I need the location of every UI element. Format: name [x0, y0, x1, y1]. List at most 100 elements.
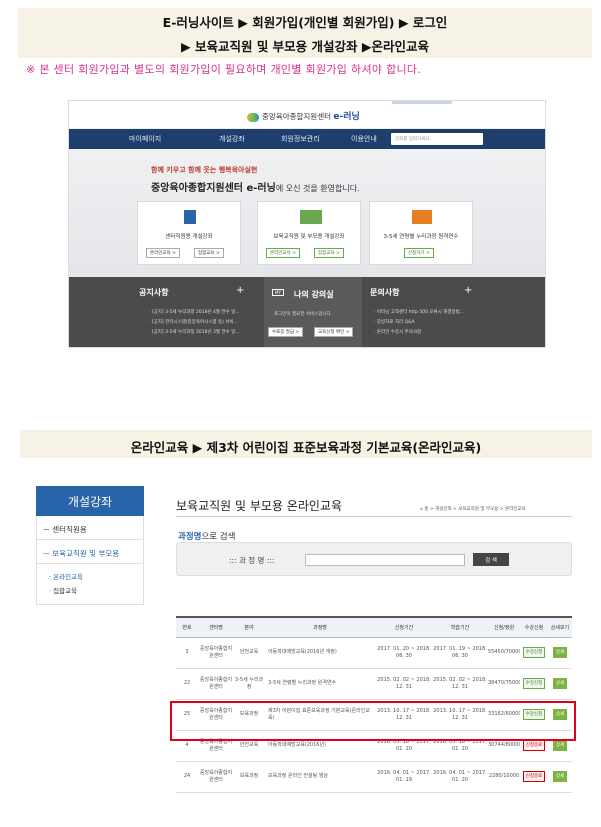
card-nuri-course[interactable]: 3-5세 연령별 누리과정 원격연수 신청하기 >: [369, 201, 473, 265]
bottom-panels: 공지사항 + · [공지] 3-5세 누리과정 2018년 4월 연수 일...…: [69, 277, 545, 347]
detail-button[interactable]: 상세: [552, 771, 568, 782]
group-education-button[interactable]: 집합교육 >: [314, 248, 344, 258]
row-apply-cell: 수강신청: [520, 668, 548, 700]
hero-title-main: 중앙육아종합지원센터 e-러닝: [151, 183, 276, 194]
card-label: 3-5세 연령별 누리과정 원격연수: [383, 234, 459, 240]
page-title: 보육교직원 및 부모용 온라인교육: [176, 499, 343, 513]
search-label-b: 으로 검색: [201, 532, 236, 542]
row-detail-cell: 상세: [548, 761, 572, 793]
faq-item[interactable]: · 이러닝 고객센터 http 500 오류시 해결방법...: [374, 309, 464, 315]
apply-button[interactable]: 수강신청: [522, 678, 546, 689]
card-staff-courses[interactable]: 센터직원용 개설강좌 온라인교육 > 집합교육 >: [137, 201, 241, 265]
row-center: 중앙육아종합지원센터: [198, 637, 234, 669]
col-course: 과정명: [264, 616, 376, 638]
col-count: 신청/정원: [488, 616, 520, 638]
table-row: 3 중앙육아종합지원센터 안전교육 아동학대예방교육(2016년 개정) 201…: [176, 637, 572, 669]
online-education-button[interactable]: 온라인교육 >: [146, 248, 180, 258]
my-room-text: 로그인이 필요한 서비스입니다.: [274, 312, 333, 317]
book-icon: [184, 210, 196, 224]
row-center: 중앙육아종합지원센터: [198, 668, 234, 700]
title-divider: [176, 516, 572, 517]
table-header-row: 번호 센터명 분야 과정명 신청기간 학습기간 신청/정원 수강신청 상세보기: [176, 616, 572, 638]
faq-item[interactable]: · 증빙자료 처리 Q&A: [374, 319, 415, 325]
nav-mypage[interactable]: 마이페이지: [129, 134, 161, 144]
certificate-button[interactable]: 수료증 발급 >: [268, 327, 304, 337]
row-no: 24: [176, 761, 198, 793]
row-field: 보육과정: [234, 761, 264, 793]
row-apply-period: 2017. 01. 20 ~ 2018. 06. 30: [376, 637, 432, 669]
row-study-period: 2017. 01. 19 ~ 2018. 06. 30: [432, 637, 488, 669]
col-no: 번호: [176, 616, 198, 638]
notice-title: 공지사항: [139, 288, 169, 297]
col-center: 센터명: [198, 616, 234, 638]
graduation-cap-icon: [412, 210, 432, 224]
my-classroom-panel: MY 나의 강의실 로그인이 필요한 서비스입니다. 수료증 발급 > 교육신청…: [264, 277, 362, 347]
table-row: 22 중앙육아종합지원센터 3-5세 누리과정 3-5세 연령별 누리과정 원격…: [176, 668, 572, 700]
hero-subtitle: 함께 키우고 함께 웃는 행복육아실현: [151, 166, 258, 174]
sidebar-submenu: · 온라인교육 · 집합교육: [36, 564, 144, 605]
row-field: 안전교육: [234, 637, 264, 669]
nav-courses[interactable]: 개설강좌: [219, 134, 245, 144]
search-label-a: 과정명: [178, 532, 202, 542]
row-detail-cell: 상세: [548, 668, 572, 700]
sidebar-sub-group[interactable]: · 집합교육: [49, 584, 143, 598]
breadcrumb: ⌂ 홈 > 개설강좌 > 보육교직원 및 부모용 > 온라인교육: [420, 507, 526, 512]
instruction-line-2: ▶ 보육교직원 및 부모용 개설강좌 ▶온라인교육: [181, 39, 429, 54]
row-study-period: 2015. 02. 02 ~ 2018. 12. 31: [432, 668, 488, 700]
row-course[interactable]: 보육과정 온라인 컨설팅 영상: [264, 761, 376, 793]
detail-button[interactable]: 상세: [552, 647, 568, 658]
row-course[interactable]: 3-5세 연령별 누리과정 원격연수: [264, 668, 376, 700]
notice-item[interactable]: · [공지] 3-5세 누리과정 2018년 4월 연수 일...: [149, 309, 240, 315]
row-count: 38470/75000: [488, 668, 520, 700]
col-detail: 상세보기: [548, 616, 572, 638]
faq-item[interactable]: · 온라인 수강시 주의사항: [374, 329, 421, 335]
notice-panel: 공지사항 + · [공지] 3-5세 누리과정 2018년 4월 연수 일...…: [69, 277, 264, 347]
col-field: 분야: [234, 616, 264, 638]
closed-badge: 신청종료: [522, 740, 546, 751]
faq-more-icon[interactable]: +: [464, 285, 472, 296]
instruction-header-1: E-러닝사이트 ▶ 회원가입(개인별 회원가입) ▶ 로그인 ▶ 보육교직원 및…: [18, 8, 592, 58]
top-links[interactable]: [392, 101, 452, 104]
elearning-home-screenshot: 중앙육아종합지원센터 e-러닝 마이페이지 개설강좌 회원정보관리 이용안내 강…: [68, 100, 546, 348]
hero-title: 중앙육아종합지원센터 e-러닝에 오신 것을 환영합니다.: [151, 179, 360, 194]
logo-text: 중앙육아종합지원센터: [262, 112, 331, 121]
sidebar-item-teacher-parent[interactable]: ㅡ 보육교직원 및 부모용: [36, 540, 144, 564]
highlight-rectangle: [170, 701, 576, 741]
row-count: 2280/10000: [488, 761, 520, 793]
card-teacher-parent-courses[interactable]: 보육교직원 및 부모용 개설강좌 온라인교육 > 집합교육 >: [257, 201, 361, 265]
sidebar-item-staff[interactable]: ㅡ 센터직원용: [36, 516, 144, 540]
instruction-line-1: E-러닝사이트 ▶ 회원가입(개인별 회원가입) ▶ 로그인: [162, 15, 448, 30]
faq-title: 문의사항: [370, 288, 400, 297]
card-label: 보육교직원 및 부모용 개설강좌: [273, 234, 345, 240]
card-label: 센터직원용 개설강좌: [165, 234, 213, 240]
row-detail-cell: 상세: [548, 637, 572, 669]
detail-button[interactable]: 상세: [552, 740, 568, 751]
signup-notice: ※ 본 센터 회원가입과 별도의 회원가입이 필요하며 개인별 회원가입 하셔야…: [26, 63, 422, 76]
logo-brand: e-러닝: [333, 112, 360, 122]
detail-button[interactable]: 상세: [552, 678, 568, 689]
search-icon[interactable]: ⚲: [469, 133, 476, 143]
online-education-button[interactable]: 온라인교육 >: [266, 248, 300, 258]
instruction-header-2: 온라인교육 ▶ 제3차 어린이집 표준보육과정 기본교육(온라인교육): [20, 430, 592, 458]
logo-icon: [247, 112, 259, 122]
site-logo[interactable]: 중앙육아종합지원센터 e-러닝: [247, 109, 360, 122]
group-education-button[interactable]: 집합교육 >: [194, 248, 224, 258]
closed-badge: 신청종료: [522, 771, 546, 782]
search-button[interactable]: 검 색: [473, 553, 509, 566]
nav-member-info[interactable]: 회원정보관리: [281, 134, 320, 144]
row-no: 22: [176, 668, 198, 700]
application-check-button[interactable]: 교육신청 확인 >: [314, 327, 354, 337]
notice-item[interactable]: · [공지] 관리시스템(중앙육아시스템 등) 서비...: [149, 319, 238, 325]
row-center: 중앙육아종합지원센터: [198, 761, 234, 793]
course-name-input[interactable]: [305, 554, 465, 566]
row-course[interactable]: 아동학대예방교육(2016년 개정): [264, 637, 376, 669]
notice-item[interactable]: · [공지] 3-5세 누리과정 2018년 3월 연수 일...: [149, 329, 240, 335]
notice-more-icon[interactable]: +: [236, 285, 244, 296]
apply-button[interactable]: 수강신청: [522, 647, 546, 658]
sidebar-sub-online[interactable]: · 온라인교육: [49, 570, 143, 584]
my-room-icon: MY: [272, 289, 284, 296]
row-no: 3: [176, 637, 198, 669]
apply-button[interactable]: 신청하기 >: [404, 248, 434, 258]
nav-guide[interactable]: 이용안내: [351, 134, 377, 144]
course-name-label: ::: 과 정 명 :::: [229, 556, 275, 565]
